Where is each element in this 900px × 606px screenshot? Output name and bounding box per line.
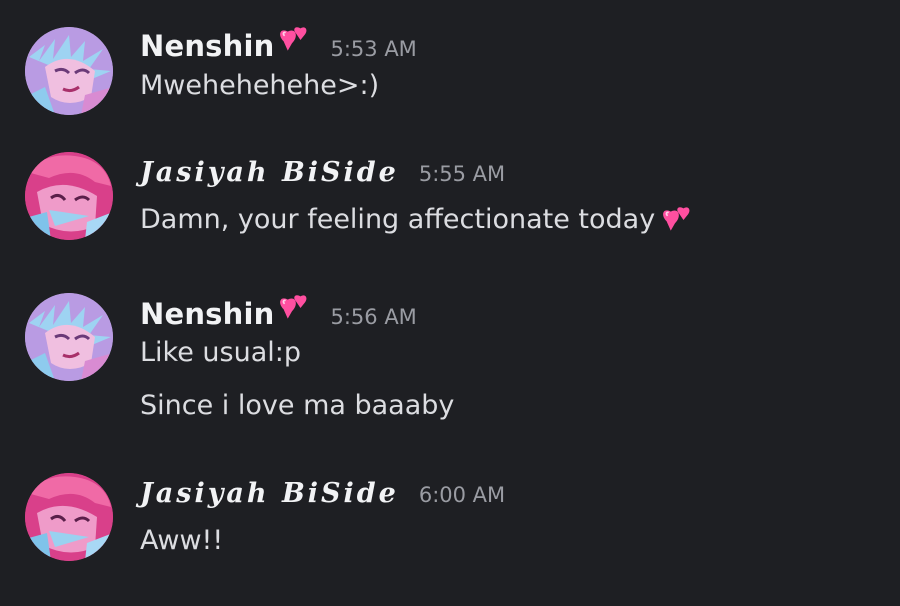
avatar[interactable] xyxy=(25,27,113,115)
nenshin-avatar-icon xyxy=(25,293,113,381)
two-hearts-icon xyxy=(274,290,310,324)
avatar[interactable] xyxy=(25,152,113,240)
message-line: Mwehehehehe>:) xyxy=(140,70,380,101)
message-text: Mwehehehehe>:) xyxy=(140,70,379,101)
username[interactable]: Nenshin xyxy=(140,29,274,63)
jasiyah-avatar-icon xyxy=(25,152,113,240)
two-hearts-icon xyxy=(657,202,693,236)
message-line: Since i love ma baaaby xyxy=(140,390,455,421)
username[interactable]: Nenshin xyxy=(140,297,274,331)
two-hearts-icon xyxy=(274,22,310,56)
message-header: Nenshin 5:56 AM xyxy=(140,290,417,331)
message-header: Nenshin 5:53 AM xyxy=(140,22,417,63)
timestamp: 5:55 AM xyxy=(418,162,506,186)
username[interactable]: Jasiyah BiSide xyxy=(140,478,399,509)
avatar[interactable] xyxy=(25,473,113,561)
jasiyah-avatar-icon xyxy=(25,473,113,561)
message-text: Damn, your feeling affectionate today xyxy=(140,202,693,236)
message-text: Like usual:p xyxy=(140,337,301,368)
timestamp: 5:56 AM xyxy=(330,305,417,329)
message-line: Aww!! xyxy=(140,525,224,556)
message-text: Since i love ma baaaby xyxy=(140,390,454,421)
timestamp: 5:53 AM xyxy=(330,37,417,61)
message-text: Aww!! xyxy=(140,525,223,556)
nenshin-avatar-icon xyxy=(25,27,113,115)
message-header: Jasiyah BiSide 5:55 AM xyxy=(140,157,505,197)
username[interactable]: Jasiyah BiSide xyxy=(140,157,399,188)
message-header: Jasiyah BiSide 6:00 AM xyxy=(140,478,505,518)
timestamp: 6:00 AM xyxy=(418,483,506,507)
avatar[interactable] xyxy=(25,293,113,381)
message-line: Damn, your feeling affectionate today xyxy=(140,203,656,235)
message-line: Like usual:p xyxy=(140,337,301,368)
